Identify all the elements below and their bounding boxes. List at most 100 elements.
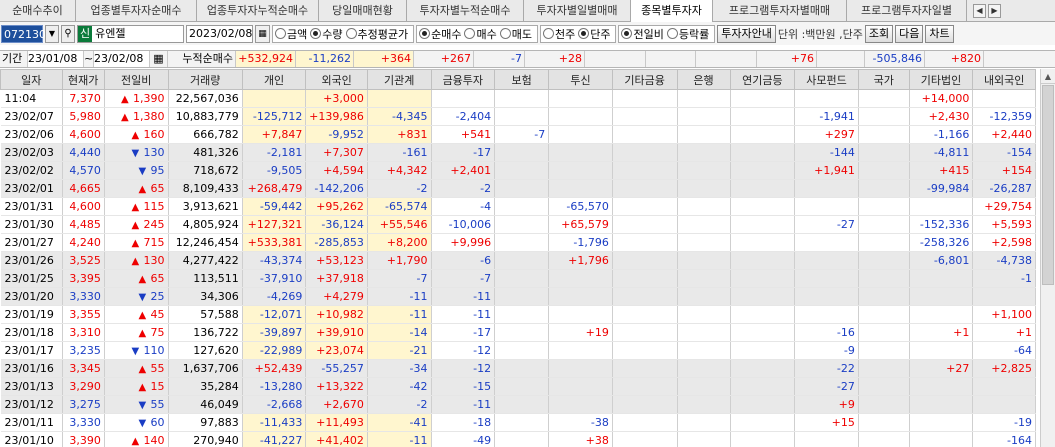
tab-5[interactable]: 투자자별일별매매 <box>524 0 631 21</box>
investor-table: 일자 현재가 전일비 거래량 개인 외국인 기관계 금융투자 보험 투신 기타금융 은행 연기금등 사모펀… <box>0 69 1040 447</box>
table-row[interactable]: 11:04 7,370 ▲ 1,390 22,567,036 +3,000 +14,000 <box>0 89 1036 108</box>
cell-0: 23/01/13 <box>0 377 63 396</box>
cell-16: +29,754 <box>972 197 1036 216</box>
radio-net-buy[interactable]: 순매수 <box>419 26 461 42</box>
calendar-icon[interactable]: ▦ <box>255 24 270 43</box>
table-row[interactable]: 23/01/18 3,310 ▲ 75 136,722 -39,897 +39,910 -14… <box>0 323 1036 342</box>
tab-7[interactable]: 프로그램투자자별매매 <box>713 0 847 21</box>
cell-10 <box>612 377 678 396</box>
change-value: 25 <box>150 290 165 303</box>
radio-amount[interactable]: 금액 <box>275 26 307 42</box>
col-header-8[interactable]: 보험 <box>494 69 550 90</box>
table-row[interactable]: 23/01/25 3,395 ▲ 65 113,511 -37,910 +37,918 -7-… <box>0 269 1036 288</box>
radio-quantity[interactable]: 수량 <box>310 26 343 42</box>
table-row[interactable]: 23/01/19 3,355 ▲ 45 57,588 -12,071 +10,982 -11-… <box>0 305 1036 324</box>
change-value: 130 <box>143 254 165 267</box>
cell-16 <box>972 377 1036 396</box>
cell-14 <box>858 89 910 108</box>
cell-15: +2,430 <box>909 107 974 126</box>
table-row[interactable]: 23/02/07 5,980 ▲ 1,380 10,883,779 -125,712 +13… <box>0 107 1036 126</box>
table-row[interactable]: 23/01/20 3,330 ▼ 25 34,306 -4,269 +4,279 -11 -11 <box>0 287 1036 306</box>
col-header-2[interactable]: 전일비 <box>103 69 169 90</box>
col-header-11[interactable]: 은행 <box>676 69 731 90</box>
cell-0: 23/01/19 <box>0 305 63 324</box>
table-row[interactable]: 23/01/16 3,345 ▲ 55 1,637,706 +52,439 -55,257-… <box>0 359 1036 378</box>
col-header-7[interactable]: 금융투자 <box>430 69 496 90</box>
col-header-16[interactable]: 내외국인 <box>972 69 1036 90</box>
col-header-15[interactable]: 기타법인 <box>908 69 974 90</box>
cell-8 <box>494 269 550 288</box>
radio-thousand-shares[interactable]: 천주 <box>542 26 575 42</box>
col-header-13[interactable]: 사모펀드 <box>794 69 859 90</box>
radio-buy[interactable]: 매수 <box>464 26 497 42</box>
cell-13 <box>794 179 859 198</box>
col-header-9[interactable]: 투신 <box>548 69 613 90</box>
tab-strip: 순매수추이 업종별투자자순매수 업종투자자누적순매수 당일매매현황 투자자별누적순매수 투… <box>0 0 1055 22</box>
radio-sell[interactable]: 매도 <box>499 26 532 42</box>
col-header-0[interactable]: 일자 <box>0 69 63 90</box>
cell-11 <box>677 143 731 162</box>
tab-8[interactable]: 프로그램투자자일별 <box>847 0 967 21</box>
period-from-input[interactable]: 23/01/08 <box>28 51 84 67</box>
table-row[interactable]: 23/01/26 3,525 ▲ 130 4,277,422 -43,374 +53,123… <box>0 251 1036 270</box>
table-row[interactable]: 23/01/17 3,235 ▼ 110 127,620 -22,989 +23,074 -2… <box>0 341 1036 360</box>
radio-avg-price[interactable]: 추정평균가 <box>345 26 408 42</box>
cell-1: 4,665 <box>62 179 105 198</box>
cell-12 <box>730 413 796 432</box>
table-row[interactable]: 23/01/11 3,330 ▼ 60 97,883 -11,433 +11,493 -41-… <box>0 413 1036 432</box>
radio-change-rate[interactable]: 등락률 <box>666 26 709 42</box>
col-header-3[interactable]: 거래량 <box>167 69 243 90</box>
col-header-5[interactable]: 외국인 <box>305 69 368 90</box>
col-header-4[interactable]: 개인 <box>241 69 307 90</box>
code-dropdown-icon[interactable]: ▼ <box>45 24 59 43</box>
cell-8 <box>494 359 550 378</box>
tab-1[interactable]: 업종별투자자순매수 <box>76 0 197 21</box>
cell-7: -4 <box>431 197 496 216</box>
col-header-10[interactable]: 기타금융 <box>611 69 678 90</box>
table-row[interactable]: 23/01/31 4,600 ▲ 115 3,913,621 -59,442 +95,262… <box>0 197 1036 216</box>
table-row[interactable]: 23/01/10 3,390 ▲ 140 270,940 -41,227 +41,402 -1… <box>0 431 1036 447</box>
table-row[interactable]: 23/01/12 3,275 ▼ 55 46,049 -2,668 +2,670 -2 -11 +… <box>0 395 1036 414</box>
next-button[interactable]: 다음 <box>895 24 924 43</box>
tab-4[interactable]: 투자자별누적순매수 <box>407 0 524 21</box>
col-header-14[interactable]: 국가 <box>857 69 910 90</box>
col-header-6[interactable]: 기관계 <box>366 69 432 90</box>
table-row[interactable]: 23/02/01 4,665 ▲ 65 8,109,433 +268,479 -142,20… <box>0 179 1036 198</box>
table-row[interactable]: 23/02/06 4,600 ▲ 160 666,782 +7,847 -9,952 +831… <box>0 125 1036 144</box>
cell-15 <box>909 269 974 288</box>
stock-name-field[interactable]: 신 유엔젤 <box>77 24 184 43</box>
table-row[interactable]: 23/02/03 4,440 ▼ 130 481,326 -2,181 +7,307 -161… <box>0 143 1036 162</box>
stock-code-input[interactable]: 072130 <box>1 24 46 43</box>
investor-info-button[interactable]: 투자자안내 <box>717 24 776 43</box>
period-to-input[interactable]: 23/02/08 <box>94 51 150 67</box>
scroll-thumb[interactable] <box>1042 85 1054 285</box>
arrow-up-icon: ▲ <box>131 238 140 249</box>
tab-2[interactable]: 업종투자자누적순매수 <box>197 0 319 21</box>
tab-0[interactable]: 순매수추이 <box>0 0 76 21</box>
chart-button[interactable]: 차트 <box>925 24 954 43</box>
date-input[interactable]: 2023/02/08 <box>186 24 253 43</box>
table-row[interactable]: 23/02/02 4,570 ▼ 95 718,672 -9,505 +4,594 +4,34… <box>0 161 1036 180</box>
arrow-up-icon: ▲ <box>138 364 147 375</box>
cell-15: +14,000 <box>909 89 974 108</box>
table-row[interactable]: 23/01/27 4,240 ▲ 715 12,246,454 +533,381 -285,… <box>0 233 1036 252</box>
scroll-up-icon[interactable]: ▲ <box>1041 69 1055 84</box>
table-row[interactable]: 23/01/13 3,290 ▲ 15 35,284 -13,280 +13,322 -42-… <box>0 377 1036 396</box>
vertical-scrollbar[interactable]: ▲ <box>1040 69 1055 447</box>
cell-3: 22,567,036 <box>168 89 243 108</box>
col-header-1[interactable]: 현재가 <box>61 69 105 90</box>
tab-next-icon[interactable]: ▶ <box>988 3 1001 18</box>
table-row[interactable]: 23/01/30 4,485 ▲ 245 4,805,924 +127,321 -36,12… <box>0 215 1036 234</box>
tab-3[interactable]: 당일매매현황 <box>319 0 407 21</box>
search-button[interactable]: 조회 <box>864 24 894 43</box>
search-icon[interactable]: ⚲ <box>61 24 75 43</box>
radio-single-shares[interactable]: 단주 <box>578 26 610 42</box>
period-calendar-icon[interactable]: ▦ <box>150 51 168 67</box>
tab-prev-icon[interactable]: ◀ <box>973 3 986 18</box>
radio-prev-day[interactable]: 전일비 <box>621 26 664 42</box>
tab-6[interactable]: 종목별투자자 <box>631 0 713 22</box>
cell-2: ▼ 95 <box>104 161 169 180</box>
col-header-12[interactable]: 연기금등 <box>729 69 796 90</box>
arrow-up-icon: ▲ <box>138 184 147 195</box>
cell-15 <box>909 395 974 414</box>
